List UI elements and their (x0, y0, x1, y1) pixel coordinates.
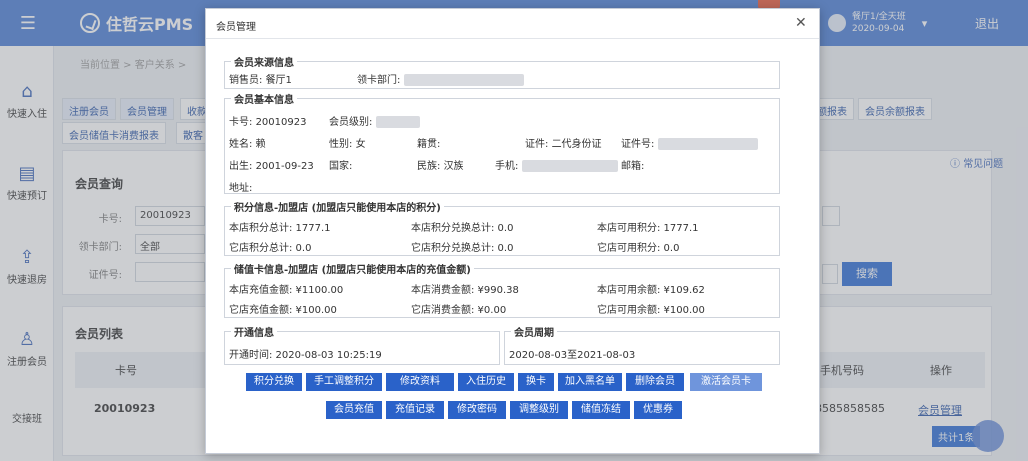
change-password-button[interactable]: 修改密码 (448, 401, 506, 419)
redacted-dept (403, 74, 524, 86)
edit-profile-button[interactable]: 修改资料 (386, 373, 454, 391)
basic-section: 会员基本信息 卡号: 20010923 会员级别: 姓名: 赖 性别: 女 籍贯… (224, 91, 780, 194)
member-name-value: 赖 (255, 139, 266, 150)
period-legend: 会员周期 (511, 324, 557, 339)
adjust-level-button[interactable]: 调整级别 (510, 401, 568, 419)
points-section: 积分信息-加盟店 (加盟店只能使用本店的积分) 本店积分总计: 1777.1 本… (224, 199, 780, 256)
delete-member-button[interactable]: 删除会员 (626, 373, 684, 391)
seller-value: 餐厅1 (265, 75, 292, 86)
country-label: 国家: (329, 161, 353, 172)
adjust-points-button[interactable]: 手工调整积分 (306, 373, 382, 391)
points-exchange-button[interactable]: 积分兑换 (246, 373, 302, 391)
origin-label: 籍贯: (417, 139, 441, 150)
dialog-title: 会员管理 (216, 22, 256, 33)
period-value: 2020-08-03至2021-08-03 (509, 350, 636, 361)
stored-value-legend: 储值卡信息-加盟店 (加盟店只能使用本店的充值金额) (231, 261, 474, 276)
checkin-history-button[interactable]: 入住历史 (458, 373, 514, 391)
dialog-header: 会员管理 ✕ (206, 9, 819, 39)
member-manage-dialog: 会员管理 ✕ 会员来源信息 销售员: 餐厅1 领卡部门: 会员基本信息 卡号: … (205, 8, 820, 454)
coupon-button[interactable]: 优惠券 (634, 401, 682, 419)
open-info-legend: 开通信息 (231, 324, 277, 339)
address-label: 地址: (229, 183, 253, 194)
activate-card-button[interactable]: 激活会员卡 (690, 373, 762, 391)
recharge-records-button[interactable]: 充值记录 (386, 401, 444, 419)
source-legend: 会员来源信息 (231, 54, 297, 69)
redacted-level (375, 116, 420, 128)
freeze-stored-value-button[interactable]: 储值冻结 (572, 401, 630, 419)
close-icon[interactable]: ✕ (795, 15, 807, 31)
member-recharge-button[interactable]: 会员充值 (326, 401, 382, 419)
email-label: 邮箱: (621, 161, 645, 172)
points-legend: 积分信息-加盟店 (加盟店只能使用本店的积分) (231, 199, 444, 214)
open-info-section: 开通信息 开通时间: 2020-08-03 10:25:19 (224, 324, 500, 365)
basic-legend: 会员基本信息 (231, 91, 297, 106)
open-time-value: 开通时间: 2020-08-03 10:25:19 (229, 350, 382, 361)
redacted-id-number (657, 138, 758, 150)
redacted-phone (521, 160, 618, 172)
stored-value-section: 储值卡信息-加盟店 (加盟店只能使用本店的充值金额) 本店充值金额: ¥1100… (224, 261, 780, 318)
member-card-value: 20010923 (255, 117, 307, 128)
add-blacklist-button[interactable]: 加入黑名单 (558, 373, 622, 391)
change-card-button[interactable]: 换卡 (518, 373, 554, 391)
period-section: 会员周期 2020-08-03至2021-08-03 (504, 324, 780, 365)
source-section: 会员来源信息 销售员: 餐厅1 领卡部门: (224, 54, 780, 89)
